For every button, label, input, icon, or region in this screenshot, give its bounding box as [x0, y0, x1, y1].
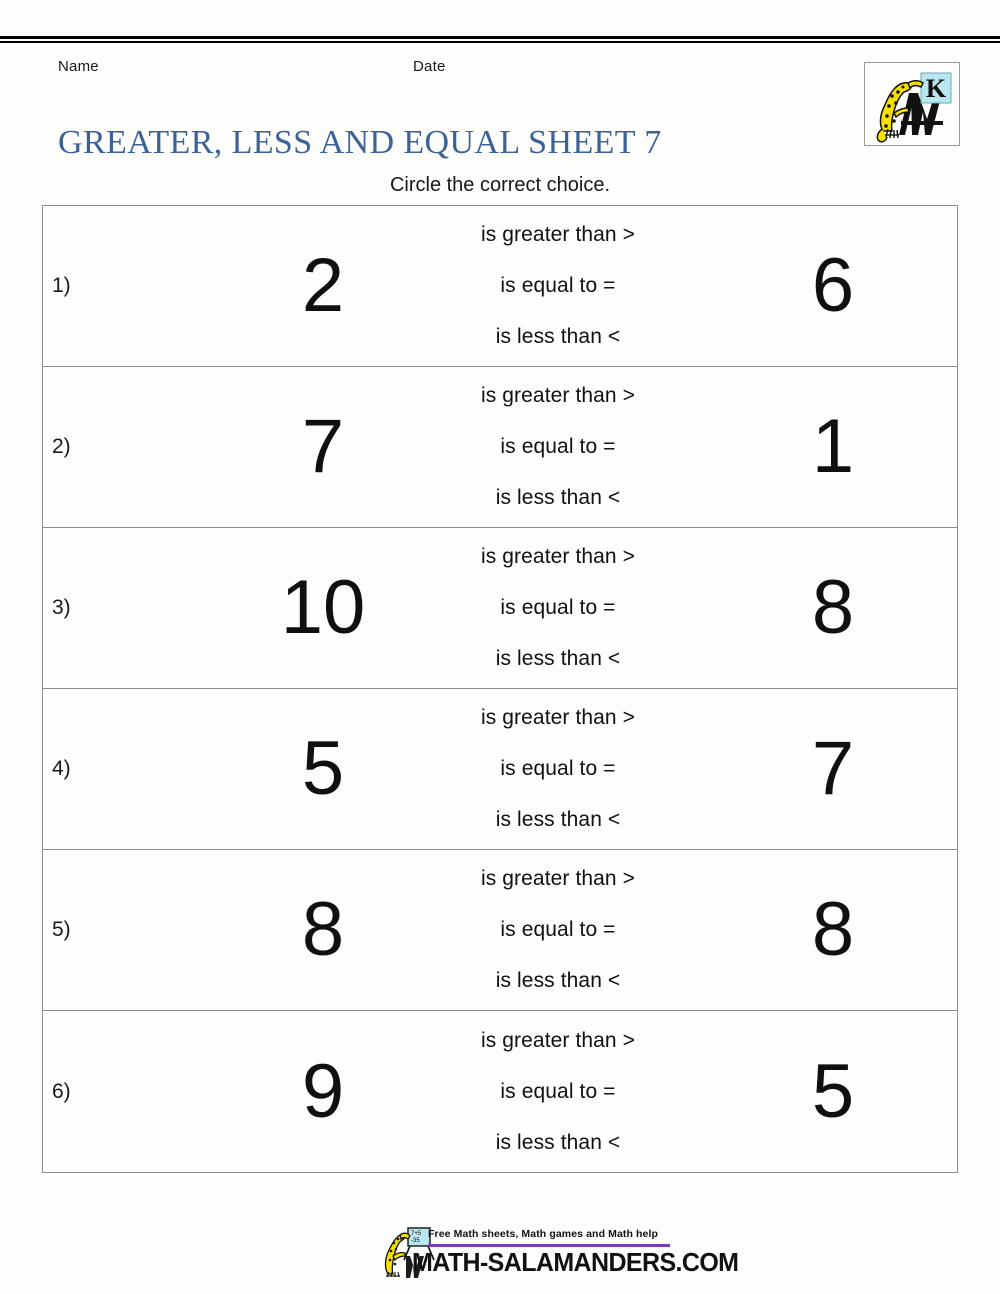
table-row: 1) 2 is greater than > is equal to = is … — [43, 206, 957, 367]
choice-equal-to[interactable]: is equal to = — [500, 1080, 615, 1104]
right-operand: 8 — [811, 565, 855, 650]
logo-artwork: K — [865, 63, 959, 145]
row-index: 3) — [52, 596, 71, 619]
footer-tagline: Free Math sheets, Math games and Math he… — [428, 1228, 658, 1240]
left-operand: 5 — [301, 726, 345, 811]
left-operand: 10 — [280, 565, 366, 650]
right-operand: 8 — [811, 887, 855, 972]
student-info-row: Name Date — [58, 58, 758, 80]
choice-group: is greater than > is equal to = is less … — [413, 1011, 703, 1172]
row-index: 6) — [52, 1079, 71, 1103]
choice-greater-than[interactable]: is greater than > — [481, 1029, 635, 1053]
worksheet-table: 1) 2 is greater than > is equal to = is … — [42, 205, 958, 1173]
left-operand: 7 — [301, 404, 345, 489]
choice-group: is greater than > is equal to = is less … — [413, 850, 703, 1010]
header-rule — [0, 36, 1000, 44]
choice-equal-to[interactable]: is equal to = — [500, 757, 615, 781]
left-operand: 9 — [301, 1048, 345, 1134]
choice-less-than[interactable]: is less than < — [496, 325, 621, 349]
row-index: 1) — [52, 274, 71, 297]
logo-letter-k: K — [926, 74, 947, 103]
date-label: Date — [413, 58, 446, 75]
svg-text:7+5: 7+5 — [411, 1231, 422, 1237]
choice-group: is greater than > is equal to = is less … — [413, 206, 703, 366]
footer-brand[interactable]: 7+5 -35 Free Math sheets, Math games and… — [378, 1222, 739, 1284]
choice-less-than[interactable]: is less than < — [496, 1131, 621, 1155]
table-row: 3) 10 is greater than > is equal to = is… — [43, 528, 957, 689]
right-operand: 6 — [811, 243, 855, 328]
page-subtitle: Circle the correct choice. — [389, 174, 611, 196]
choice-less-than[interactable]: is less than < — [496, 969, 621, 993]
choice-group: is greater than > is equal to = is less … — [413, 689, 703, 849]
row-index: 5) — [52, 918, 71, 941]
choice-less-than[interactable]: is less than < — [496, 647, 621, 671]
choice-greater-than[interactable]: is greater than > — [481, 545, 635, 569]
choice-equal-to[interactable]: is equal to = — [500, 274, 615, 298]
right-operand: 1 — [811, 404, 855, 489]
page-title: GREATER, LESS AND EQUAL SHEET 7 — [58, 124, 662, 161]
row-index: 4) — [52, 757, 71, 780]
left-operand: 8 — [301, 887, 345, 972]
choice-greater-than[interactable]: is greater than > — [481, 706, 635, 730]
svg-text:-35: -35 — [411, 1238, 420, 1244]
choice-greater-than[interactable]: is greater than > — [481, 384, 635, 408]
row-index: 2) — [52, 435, 71, 458]
left-operand: 2 — [301, 243, 345, 328]
choice-equal-to[interactable]: is equal to = — [500, 435, 615, 459]
table-row: 4) 5 is greater than > is equal to = is … — [43, 689, 957, 850]
choice-equal-to[interactable]: is equal to = — [500, 596, 615, 620]
footer-divider — [428, 1244, 670, 1247]
table-row: 5) 8 is greater than > is equal to = is … — [43, 850, 957, 1011]
choice-greater-than[interactable]: is greater than > — [481, 223, 635, 247]
header-rule-lower-bar — [0, 41, 1000, 43]
right-operand: 5 — [811, 1048, 855, 1134]
choice-less-than[interactable]: is less than < — [496, 486, 621, 510]
choice-greater-than[interactable]: is greater than > — [481, 867, 635, 891]
table-row: 2) 7 is greater than > is equal to = is … — [43, 367, 957, 528]
footer-domain-link[interactable]: MATH-SALAMANDERS.COM — [412, 1248, 739, 1278]
table-row: 6) 9 is greater than > is equal to = is … — [43, 1011, 957, 1172]
right-operand: 7 — [811, 726, 855, 811]
choice-less-than[interactable]: is less than < — [496, 808, 621, 832]
name-label: Name — [58, 58, 99, 75]
page-footer: 7+5 -35 Free Math sheets, Math games and… — [0, 1222, 1000, 1284]
choice-equal-to[interactable]: is equal to = — [500, 918, 615, 942]
choice-group: is greater than > is equal to = is less … — [413, 528, 703, 688]
choice-group: is greater than > is equal to = is less … — [413, 367, 703, 527]
math-salamanders-logo: K — [864, 62, 960, 146]
